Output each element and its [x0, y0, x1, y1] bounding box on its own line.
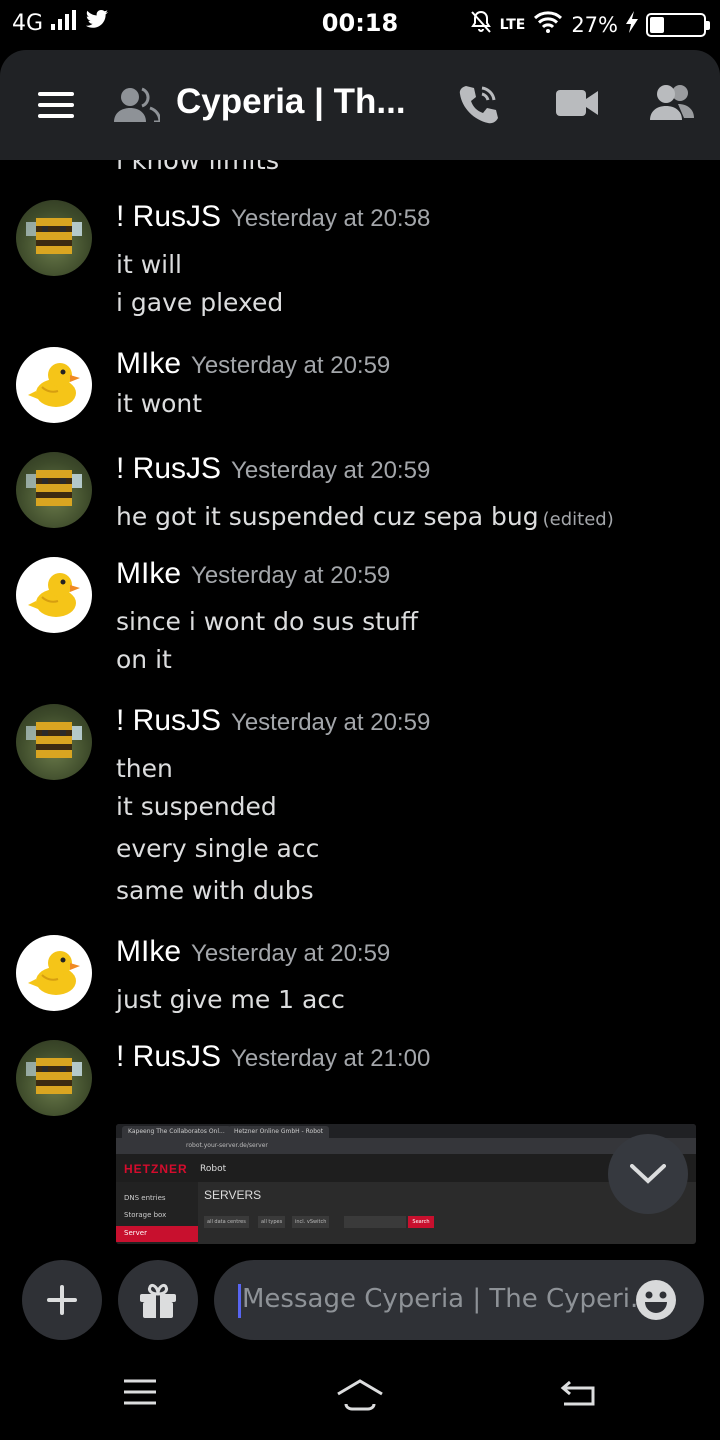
- message-author[interactable]: MIke: [116, 935, 181, 968]
- system-nav-bar: [0, 1356, 720, 1440]
- message-timestamp: Yesterday at 20:59: [231, 457, 431, 484]
- bee-avatar[interactable]: [16, 1040, 92, 1116]
- text-caret: [238, 1284, 241, 1318]
- duck-avatar[interactable]: [16, 347, 92, 423]
- hetzner-logo: HETZNER: [124, 1162, 188, 1176]
- bee-avatar[interactable]: [16, 704, 92, 780]
- volte-label: LTE: [499, 16, 526, 33]
- message-timestamp: Yesterday at 21:00: [231, 1045, 431, 1072]
- message-line: since i wont do sus stuff: [116, 607, 418, 636]
- message-placeholder: Message Cyperia | The Cyperi...: [242, 1284, 655, 1314]
- browser-url: robot.your-server.de/server: [186, 1142, 268, 1149]
- message-timestamp: Yesterday at 20:59: [191, 940, 391, 967]
- battery-icon: [646, 12, 710, 37]
- message-line: same with dubs: [116, 876, 314, 905]
- message-line: every single acc: [116, 834, 320, 863]
- channel-title: Cyperia | Th...: [176, 82, 406, 121]
- mute-icon: [470, 10, 492, 39]
- message-line: it wont: [116, 389, 203, 418]
- video-call-button[interactable]: [556, 88, 598, 122]
- message-author[interactable]: ! RusJS: [116, 200, 221, 233]
- duck-avatar[interactable]: [16, 935, 92, 1011]
- message-timestamp: Yesterday at 20:59: [231, 709, 431, 736]
- filter-select: all types: [258, 1216, 286, 1228]
- robot-label: Robot: [200, 1164, 227, 1174]
- bee-avatar[interactable]: [16, 452, 92, 528]
- call-button[interactable]: [458, 82, 500, 130]
- message-author[interactable]: MIke: [116, 557, 181, 590]
- search-button-thumb: Search: [408, 1216, 434, 1228]
- channel-header: Cyperia | Th...: [0, 50, 720, 160]
- filter-select: incl. vSwitch: [292, 1216, 330, 1228]
- smiley-icon: [645, 1291, 667, 1313]
- browser-tab: Hetzner Online GmbH - Robot: [228, 1126, 330, 1138]
- message-timestamp: Yesterday at 20:58: [231, 205, 431, 232]
- message-author[interactable]: ! RusJS: [116, 452, 221, 485]
- back-button[interactable]: [560, 1378, 598, 1412]
- browser-tab: Kapeeng The Collaboratos Onl...: [122, 1126, 231, 1138]
- message-line-edited: he got it suspended cuz sepa bug (edited): [116, 502, 614, 531]
- status-bar: 4G 00:18 LTE 27%: [0, 0, 720, 50]
- jump-to-present-button[interactable]: [608, 1134, 688, 1214]
- message-list[interactable]: i know limits ! RusJS Yesterday at 20:58 …: [0, 160, 720, 1246]
- emoji-button[interactable]: [636, 1280, 676, 1320]
- message-author[interactable]: MIke: [116, 347, 181, 380]
- charging-icon: [626, 11, 638, 38]
- back-icon: [560, 1380, 595, 1406]
- message-line: on it: [116, 645, 172, 674]
- edited-tag: (edited): [542, 509, 614, 530]
- servers-heading: SERVERS: [204, 1188, 262, 1202]
- side-item: DNS entries: [124, 1194, 166, 1202]
- filter-input: [344, 1216, 406, 1228]
- chevron-down-icon: [630, 1164, 666, 1184]
- message-line: just give me 1 acc: [116, 985, 345, 1014]
- battery-percent: 27%: [571, 12, 618, 37]
- message-line: it will: [116, 250, 182, 279]
- gift-icon: [140, 1283, 176, 1318]
- message-author[interactable]: ! RusJS: [116, 1040, 221, 1073]
- message-line: it suspended: [116, 792, 277, 821]
- menu-lines-icon: [124, 1379, 156, 1405]
- home-button[interactable]: [336, 1378, 384, 1416]
- wifi-icon: [533, 11, 563, 38]
- gift-button[interactable]: [118, 1260, 198, 1340]
- attach-button[interactable]: [22, 1260, 102, 1340]
- message-timestamp: Yesterday at 20:59: [191, 352, 391, 379]
- side-item: Server: [124, 1229, 147, 1237]
- message-input[interactable]: Message Cyperia | The Cyperi...: [214, 1260, 704, 1340]
- message-timestamp: Yesterday at 20:59: [191, 562, 391, 589]
- dm-user-icon: [114, 86, 162, 126]
- side-item: Storage box: [124, 1211, 167, 1219]
- duck-avatar[interactable]: [16, 557, 92, 633]
- recents-button[interactable]: [122, 1378, 158, 1410]
- message-text: he got it suspended cuz sepa bug: [116, 502, 539, 531]
- bee-avatar[interactable]: [16, 200, 92, 276]
- menu-button[interactable]: [38, 92, 74, 118]
- message-line: i gave plexed: [116, 288, 284, 317]
- message-author[interactable]: ! RusJS: [116, 704, 221, 737]
- message-line: then: [116, 754, 173, 783]
- message-line: i know limits: [116, 160, 280, 176]
- filter-select: all data centres: [204, 1216, 249, 1228]
- message-composer: Message Cyperia | The Cyperi...: [0, 1246, 720, 1356]
- home-icon: [337, 1379, 383, 1411]
- plus-icon: [47, 1285, 77, 1315]
- members-button[interactable]: [650, 84, 694, 124]
